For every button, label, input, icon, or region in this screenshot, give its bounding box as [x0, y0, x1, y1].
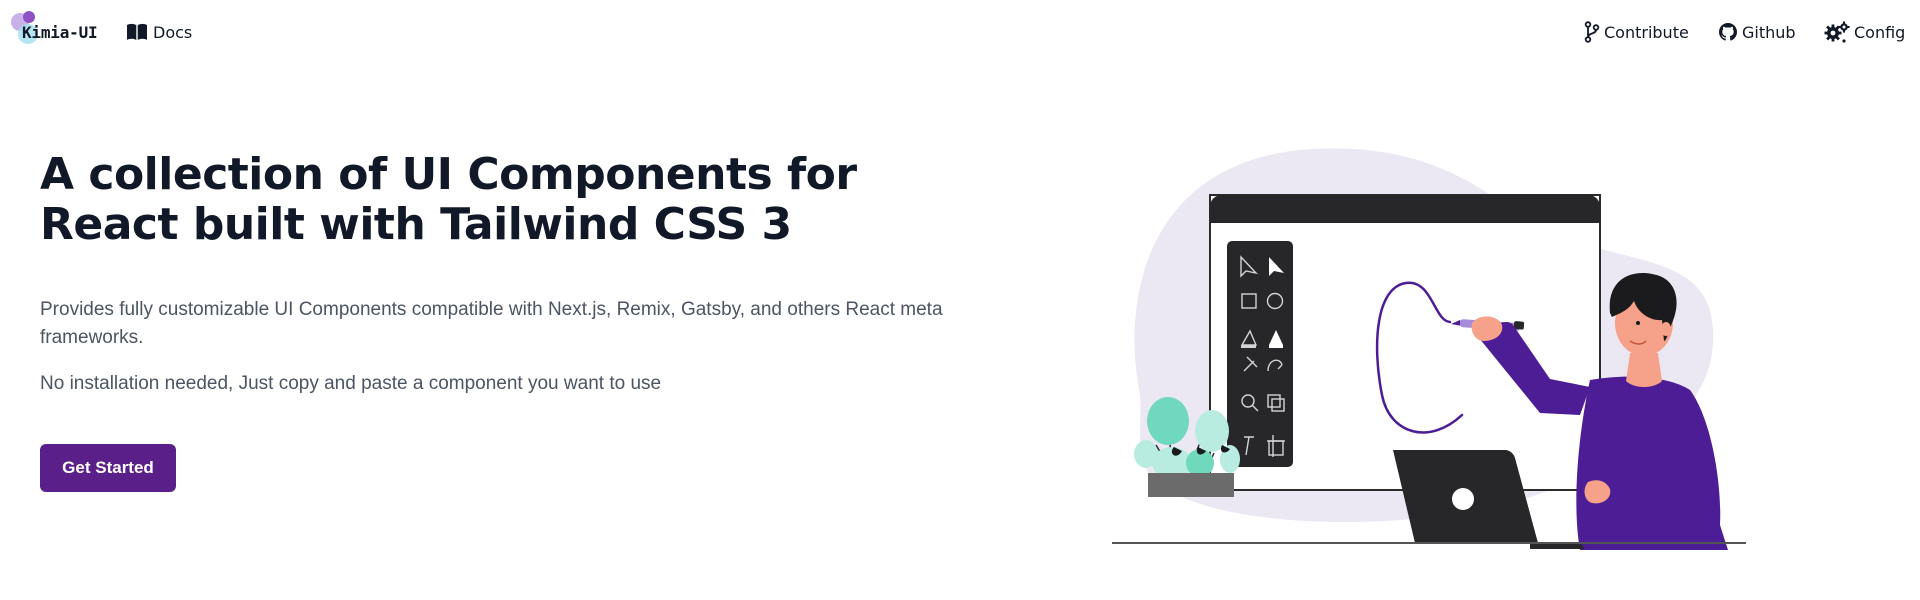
navbar: Kimia-UI Docs Contribute Github Config [0, 0, 1920, 64]
nav-github-label: Github [1742, 22, 1796, 42]
hero-title: A collection of UI Components for React … [40, 150, 940, 250]
hero-description: Provides fully customizable UI Component… [40, 299, 943, 348]
nav-github-link[interactable]: Github [1718, 20, 1796, 44]
nav-docs-link[interactable]: Docs [125, 20, 192, 44]
nav-config-label: Config [1854, 22, 1906, 42]
nav-contribute-label: Contribute [1604, 22, 1689, 42]
hero-title-line-1: A collection of UI Components for [40, 149, 857, 200]
book-icon [127, 23, 147, 40]
nav-contribute-link[interactable]: Contribute [1584, 20, 1689, 44]
hero-title-line-2: React built with Tailwind CSS 3 [40, 199, 792, 250]
brand-name: Kimia-UI [22, 23, 98, 42]
nav-docs-label: Docs [153, 22, 193, 42]
tool-palette [1227, 241, 1293, 467]
get-started-button[interactable]: Get Started [40, 444, 176, 492]
gears-icon [1824, 21, 1850, 43]
brand-link[interactable]: Kimia-UI [8, 8, 98, 48]
hero-note: No installation needed, Just copy and pa… [40, 373, 662, 394]
github-icon [1719, 23, 1737, 41]
git-branch-icon [1584, 21, 1600, 43]
hero-illustration [1112, 148, 1746, 550]
nav-config-link[interactable]: Config [1824, 20, 1905, 44]
